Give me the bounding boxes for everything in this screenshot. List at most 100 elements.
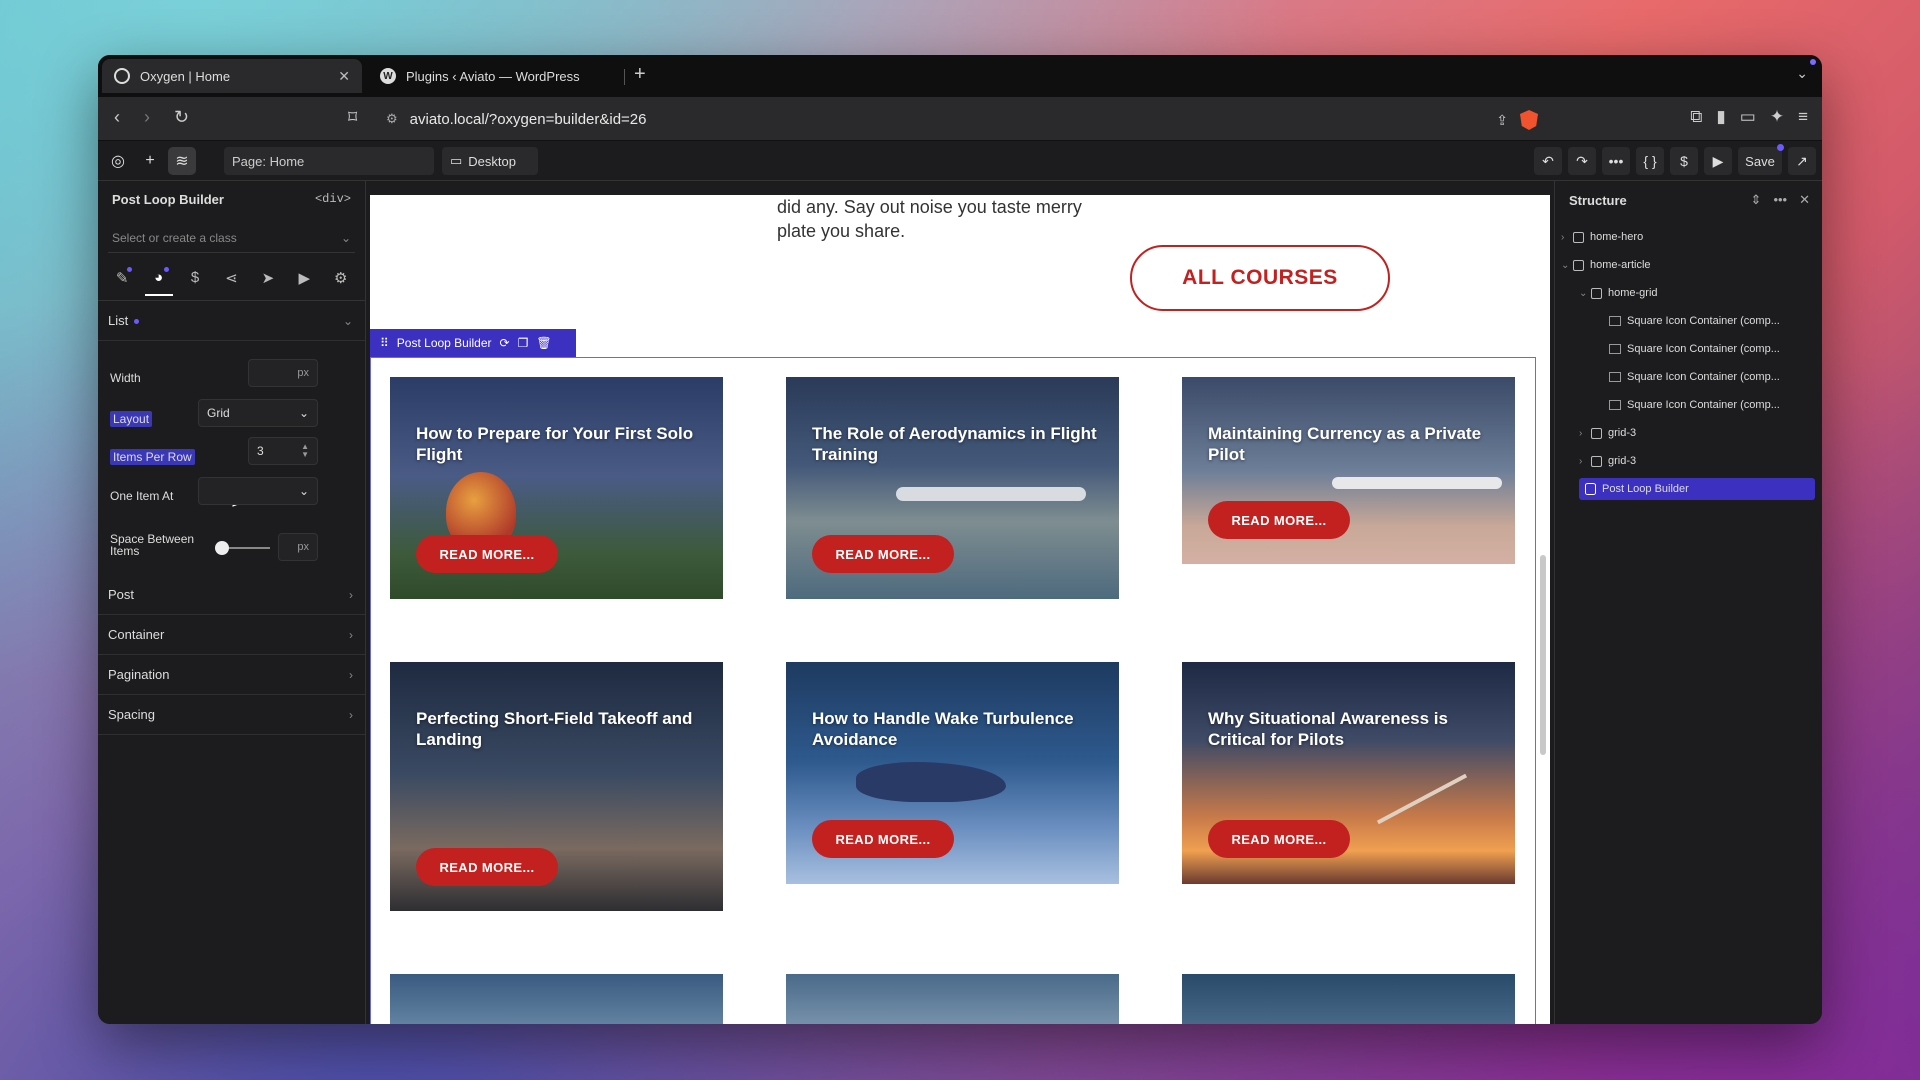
reload-icon[interactable]: ↻ [174,107,189,128]
layout-select[interactable]: Grid ⌄ [198,399,318,427]
save-button[interactable]: Save [1738,144,1784,175]
post-card[interactable]: How to Prepare for Your First Solo Fligh… [390,377,723,599]
code-icon[interactable]: { } [1636,147,1664,175]
card-title[interactable]: Why Situational Awareness is Critical fo… [1208,708,1493,750]
pointer-icon[interactable]: ➤ [254,269,282,296]
gear-icon[interactable]: ⚙ [327,269,355,296]
close-icon[interactable]: ✕ [1799,192,1810,208]
bookmark-icon[interactable]: ⌑ [348,107,357,128]
tree-item-square-icon-container[interactable]: Square Icon Container (comp... [1609,394,1780,416]
play-icon[interactable]: ▶ [290,269,318,296]
space-slider-handle[interactable] [215,541,229,555]
share-nodes-icon[interactable]: ⋖ [217,269,245,296]
site-settings-icon[interactable]: ⚙ [386,111,398,127]
post-card[interactable]: Why Situational Awareness is Critical fo… [1182,662,1515,884]
forward-icon[interactable]: › [144,107,150,128]
tree-item-home-grid[interactable]: ⌄ home-grid [1579,282,1658,304]
chevron-right-icon[interactable]: › [1561,232,1573,243]
section-label: List [108,313,129,328]
brave-shield-icon[interactable] [1520,110,1538,130]
pencil-icon[interactable]: ✎ [108,267,136,296]
play-icon[interactable]: ▶ [1704,147,1732,175]
items-per-row-input[interactable]: 3 ▲ ▼ [248,437,318,465]
read-more-button[interactable]: READ MORE... [1208,820,1350,858]
read-more-button[interactable]: READ MORE... [416,848,558,886]
read-more-button[interactable]: READ MORE... [812,820,954,858]
chevron-right-icon[interactable]: › [1579,428,1591,439]
device-selector[interactable]: ▭ Desktop [442,147,538,175]
tree-item-grid-3[interactable]: › grid-3 [1579,422,1636,444]
one-item-at-select[interactable]: ⌄ [198,477,318,505]
redo-icon[interactable]: ↷ [1568,147,1596,175]
tree-item-home-article[interactable]: ⌄ home-article [1561,254,1651,276]
chevron-down-icon[interactable]: ⌄ [1796,65,1808,82]
url-field[interactable]: ⚙ aviato.local/?oxygen=builder&id=26 ⇪ [378,103,1538,135]
tree-item-home-hero[interactable]: › home-hero [1561,226,1643,248]
page-selector[interactable]: Page: Home [224,147,434,175]
card-title[interactable]: Perfecting Short-Field Takeoff and Landi… [416,708,701,750]
more-icon[interactable]: ••• [1773,192,1787,208]
section-list[interactable]: List ⌄ [98,301,365,341]
dollar-icon[interactable]: $ [1670,147,1698,175]
extensions-icon[interactable]: ⧉ [1690,107,1702,127]
wallet-icon[interactable]: ▭ [1740,107,1756,127]
chevron-down-icon[interactable]: ⌄ [1579,288,1591,299]
post-loop-builder-toolbar[interactable]: ⠿ Post Loop Builder ⟳ ❐ 🗑 [370,329,576,357]
tree-item-square-icon-container[interactable]: Square Icon Container (comp... [1609,338,1780,360]
new-tab-icon[interactable]: + [634,63,646,86]
post-card[interactable]: How to Handle Wake Turbulence Avoidance … [786,662,1119,884]
all-courses-button[interactable]: ALL COURSES [1130,245,1390,311]
canvas-scrollbar[interactable] [1540,555,1546,755]
read-more-button[interactable]: READ MORE... [416,535,558,573]
read-more-button[interactable]: READ MORE... [812,535,954,573]
post-card[interactable]: The Role of Aerodynamics in Flight Train… [786,377,1119,599]
leo-ai-icon[interactable]: ✦ [1770,107,1784,127]
layers-icon[interactable]: ≋ [168,147,196,175]
dollar-icon[interactable]: $ [181,269,209,296]
menu-icon[interactable]: ≡ [1798,107,1808,127]
add-icon[interactable]: + [136,147,164,175]
back-icon[interactable]: ‹ [114,107,120,128]
refresh-icon[interactable]: ⟳ [500,336,510,350]
card-title[interactable]: Maintaining Currency as a Private Pilot [1208,423,1493,465]
close-icon[interactable]: ✕ [338,68,350,85]
chevron-down-icon[interactable]: ⌄ [1561,260,1573,271]
share-icon[interactable]: ⇪ [1496,112,1508,129]
card-title[interactable]: How to Handle Wake Turbulence Avoidance [812,708,1097,750]
trash-icon[interactable]: 🗑 [536,336,551,350]
drag-handle-icon[interactable]: ⠿ [380,336,389,350]
class-selector[interactable]: Select or create a class ⌄ [108,223,355,253]
tab-oxygen-home[interactable]: Oxygen | Home ✕ [102,59,362,93]
sidebar-icon[interactable]: ▮ [1716,107,1725,127]
palette-icon[interactable]: ◕ [144,267,173,296]
tree-item-post-loop-builder[interactable]: Post Loop Builder [1579,478,1815,500]
tree-item-square-icon-container[interactable]: Square Icon Container (comp... [1609,310,1780,332]
tree-item-grid-3[interactable]: › grid-3 [1579,450,1636,472]
post-card[interactable]: Perfecting Short-Field Takeoff and Landi… [390,662,723,911]
section-post[interactable]: Post › [98,575,365,615]
more-icon[interactable]: ••• [1602,147,1630,175]
section-pagination[interactable]: Pagination › [98,655,365,695]
builder-canvas[interactable]: did any. Say out noise you taste merry p… [370,195,1550,1024]
stepper-icon[interactable]: ▲ ▼ [301,443,309,459]
space-between-input[interactable]: px [278,533,318,561]
post-card[interactable] [786,974,1119,1024]
section-spacing[interactable]: Spacing › [98,695,365,735]
undo-icon[interactable]: ↶ [1534,147,1562,175]
tree-item-square-icon-container[interactable]: Square Icon Container (comp... [1609,366,1780,388]
oxygen-logo-icon[interactable]: ◎ [104,147,132,175]
expand-icon[interactable]: ⇕ [1751,192,1762,208]
exit-icon[interactable]: ↗ [1788,147,1816,175]
card-title[interactable]: How to Prepare for Your First Solo Fligh… [416,423,701,465]
element-tag[interactable]: <div> [315,192,351,206]
post-card[interactable] [1182,974,1515,1024]
tab-plugins[interactable]: W Plugins ‹ Aviato — WordPress [368,59,618,93]
read-more-button[interactable]: READ MORE... [1208,501,1350,539]
chevron-right-icon[interactable]: › [1579,456,1591,467]
section-container[interactable]: Container › [98,615,365,655]
width-input[interactable]: px [248,359,318,387]
card-title[interactable]: The Role of Aerodynamics in Flight Train… [812,423,1097,465]
post-card[interactable] [390,974,723,1024]
post-card[interactable]: Maintaining Currency as a Private Pilot … [1182,377,1515,564]
duplicate-icon[interactable]: ❐ [518,336,529,350]
